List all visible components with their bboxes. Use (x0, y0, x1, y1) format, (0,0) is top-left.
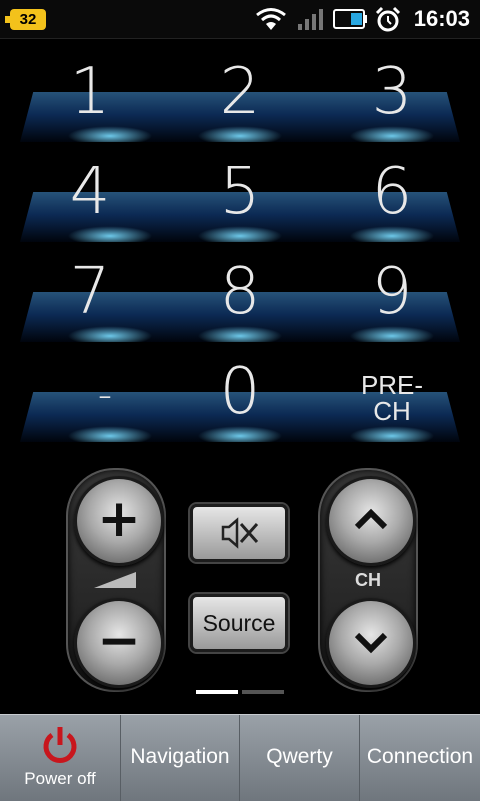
page-indicator-inactive (242, 690, 284, 694)
tab-qwerty[interactable]: Qwerty (240, 715, 360, 801)
clock: 16:03 (413, 6, 470, 31)
tab-connection-label: Connection (366, 745, 474, 768)
keypad-row-2: 4 5 6 (0, 150, 480, 242)
key-dash[interactable]: - (45, 350, 165, 440)
tab-connection[interactable]: Connection (360, 715, 480, 801)
wifi-icon (256, 8, 286, 30)
keypad-row-4: - 0 PRE- CH (0, 350, 480, 442)
tab-power-off-label: Power off (24, 769, 96, 788)
signal-icon (298, 9, 323, 30)
key-1[interactable]: 1 (30, 50, 150, 140)
minus-icon: − (97, 611, 141, 671)
alarm-icon (375, 6, 401, 32)
volume-down-button[interactable]: − (74, 598, 164, 688)
page-indicator-active (196, 690, 238, 694)
key-9[interactable]: 9 (332, 250, 452, 340)
key-8[interactable]: 8 (180, 250, 300, 340)
tab-navigation[interactable]: Navigation (121, 715, 240, 801)
key-prech-line1: PRE- (360, 370, 424, 400)
channel-label: CH (355, 570, 381, 590)
tab-power-off[interactable]: Power off (0, 715, 121, 801)
channel-down-button[interactable] (326, 598, 416, 688)
tab-navigation-label: Navigation (130, 745, 230, 768)
key-4[interactable]: 4 (30, 150, 150, 240)
key-7[interactable]: 7 (30, 250, 150, 340)
chevron-down-icon (354, 632, 388, 654)
key-3[interactable]: 3 (332, 50, 452, 140)
chevron-up-icon (354, 508, 388, 530)
tab-qwerty-label: Qwerty (266, 745, 333, 768)
status-bar: 32 16:03 (0, 0, 480, 39)
key-6[interactable]: 6 (332, 150, 452, 240)
channel-control: CH (318, 468, 418, 692)
key-5[interactable]: 5 (180, 150, 300, 240)
key-prech-line2: CH (373, 396, 411, 426)
source-button[interactable]: Source (190, 594, 288, 652)
battery-notification-badge: 32 (5, 9, 46, 30)
channel-up-button[interactable] (326, 476, 416, 566)
mute-button[interactable] (190, 504, 288, 562)
keypad-row-3: 7 8 9 (0, 250, 480, 342)
plus-icon: + (97, 489, 141, 549)
mute-icon (221, 517, 259, 549)
volume-level-icon (94, 572, 136, 588)
key-prech[interactable]: PRE- CH (332, 350, 452, 440)
battery-icon (333, 9, 367, 29)
power-icon (43, 727, 77, 763)
keypad-row-1: 1 2 3 (0, 50, 480, 142)
volume-control: + − (66, 468, 166, 692)
key-2[interactable]: 2 (180, 50, 300, 140)
volume-up-button[interactable]: + (74, 476, 164, 566)
bottom-tab-bar: Power off Navigation Qwerty Connection (0, 714, 480, 801)
key-0[interactable]: 0 (180, 350, 300, 440)
